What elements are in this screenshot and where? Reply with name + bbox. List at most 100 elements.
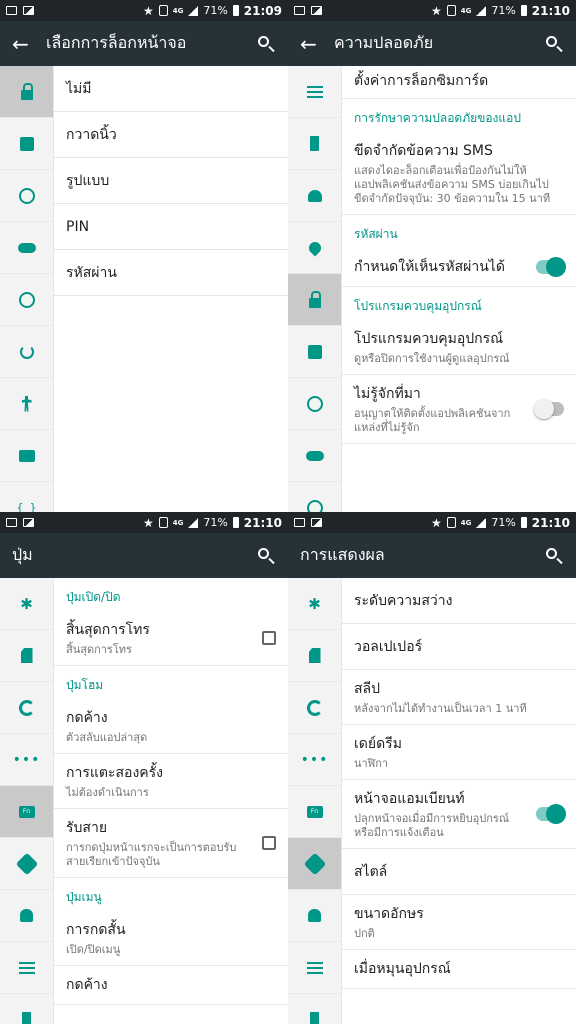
lock-option-none[interactable]: ไม่มี: [54, 66, 288, 112]
battery-percent: 71%: [203, 4, 228, 17]
home-long-press-item[interactable]: กดค้าง ตัวสลับแอปล่าสุด: [54, 699, 288, 754]
search-icon[interactable]: [256, 34, 276, 54]
rail-apps[interactable]: [288, 170, 341, 222]
rail-accounts[interactable]: [288, 326, 341, 378]
rail-date-time[interactable]: [0, 274, 53, 326]
rail-sim[interactable]: [0, 630, 53, 682]
double-tap-item[interactable]: การแตะสองครั้ง ไม่ต้องดำเนินการ: [54, 754, 288, 809]
end-call-item[interactable]: สิ้นสุดการโทร สิ้นสุดการโทร: [54, 611, 288, 666]
rail-buttons[interactable]: Fn: [288, 786, 341, 838]
section-home-button: ปุ่มโฮม: [66, 678, 104, 692]
sms-limit-item[interactable]: ขีดจำกัดข้อความ SMS แสดงไดอะล็อกเตือนเพื่…: [342, 132, 576, 215]
battery-icon: [520, 5, 527, 16]
rail-date-time[interactable]: [288, 482, 341, 512]
rail-storage[interactable]: [288, 942, 341, 994]
show-password-toggle[interactable]: [536, 257, 566, 277]
menu-long-press-item[interactable]: กดค้าง: [54, 966, 288, 1005]
sleep-item[interactable]: สลีป หลังจากไม่ได้ทำงานเป็นเวลา 1 นาที: [342, 670, 576, 725]
back-arrow-icon[interactable]: ←: [300, 32, 334, 56]
message-icon: [6, 6, 17, 15]
clock-icon: [18, 291, 35, 308]
device-admin-summary: ดูหรือปิดการใช้งานผู้ดูแลอุปกรณ์: [354, 352, 510, 365]
ambient-display-toggle[interactable]: [536, 804, 566, 824]
daydream-item[interactable]: เดย์ดรีมนาฬิกา: [342, 725, 576, 780]
font-size-item[interactable]: ขนาดอักษร ปกติ: [342, 895, 576, 950]
security-settings: ★ 4G 71% 21:10 ← ความปลอดภัย ตั้งค่าการล…: [288, 0, 576, 512]
end-call-checkbox[interactable]: [262, 631, 276, 645]
rail-buttons[interactable]: Fn: [0, 786, 53, 838]
unknown-sources-item[interactable]: ไม่รู้จักที่มา อนุญาตให้ติดตั้งแอปพลิเคชั…: [342, 375, 576, 444]
display-list: ระดับความสว่าง วอลเปเปอร์ สลีป หลังจากไม่…: [342, 578, 576, 1024]
search-icon[interactable]: [544, 34, 564, 54]
page-title: ปุ่ม: [12, 545, 33, 564]
rail-storage[interactable]: [0, 942, 53, 994]
lock-option-pattern[interactable]: รูปแบบ: [54, 158, 288, 204]
rail-developer[interactable]: { }: [0, 482, 53, 512]
rail-display[interactable]: [288, 838, 341, 890]
lock-option-swipe[interactable]: กวาดนิ้ว: [54, 112, 288, 158]
short-press-title: การกดสั้น: [66, 922, 126, 938]
short-press-item[interactable]: การกดสั้น เปิด/ปิดเมนู: [54, 911, 288, 966]
rail-backup[interactable]: [288, 430, 341, 482]
rail-language[interactable]: [288, 378, 341, 430]
double-tap-title: การแตะสองครั้ง: [66, 765, 164, 781]
rail-more[interactable]: •••: [0, 734, 53, 786]
signal-icon: [476, 517, 487, 528]
rail-data-usage[interactable]: [0, 682, 53, 734]
rail-battery[interactable]: [288, 994, 341, 1024]
rail-accessibility[interactable]: [0, 378, 53, 430]
rail-bluetooth[interactable]: ✱: [288, 578, 341, 630]
daydream-summary: นาฬิกา: [354, 757, 389, 770]
rail-schedule-power[interactable]: [0, 326, 53, 378]
rail-security[interactable]: [288, 274, 341, 326]
device-admin-item[interactable]: โปรแกรมควบคุมอุปกรณ์ ดูหรือปิดการใช้งานผู…: [342, 320, 576, 375]
data-usage-icon: [306, 699, 323, 716]
answer-call-checkbox[interactable]: [262, 836, 276, 850]
ambient-display-item[interactable]: หน้าจอแอมเบียนท์ ปลุกหน้าจอเมื่อมีการหยิบ…: [342, 780, 576, 849]
rail-sound[interactable]: [288, 890, 341, 942]
back-arrow-icon[interactable]: ←: [12, 32, 46, 56]
rail-printing[interactable]: [0, 430, 53, 482]
rail-data-usage[interactable]: [288, 682, 341, 734]
app-bar: ปุ่ม: [0, 533, 288, 578]
rail-accounts[interactable]: [0, 118, 53, 170]
wallpaper-item[interactable]: วอลเปเปอร์: [342, 624, 576, 670]
network-type: 4G: [460, 518, 472, 527]
settings-rail: ✱ ••• Fn: [288, 578, 342, 1024]
lock-icon: [20, 82, 33, 100]
unknown-sources-summary: อนุญาตให้ติดตั้งแอปพลิเคชันจากแหล่งที่ไม…: [354, 407, 511, 434]
rail-backup[interactable]: [0, 222, 53, 274]
rail-more[interactable]: •••: [288, 734, 341, 786]
daydream-title: เดย์ดรีม: [354, 736, 402, 752]
lock-option-password[interactable]: รหัสผ่าน: [54, 250, 288, 296]
section-app-security: การรักษาความปลอดภัยของแอป: [354, 111, 521, 125]
answer-call-item[interactable]: รับสาย การกดปุ่มหน้าแรกจะเป็นการตอบรับสาย…: [54, 809, 288, 878]
rail-battery[interactable]: [288, 118, 341, 170]
show-password-item[interactable]: กำหนดให้เห็นรหัสผ่านได้: [342, 248, 576, 287]
rail-sim[interactable]: [288, 630, 341, 682]
rail-storage[interactable]: [288, 66, 341, 118]
search-icon[interactable]: [256, 546, 276, 566]
lock-option-pin[interactable]: PIN: [54, 204, 288, 250]
sim-lock-item[interactable]: ตั้งค่าการล็อกซิมการ์ด: [342, 66, 576, 99]
search-icon[interactable]: [544, 546, 564, 566]
rail-display[interactable]: [0, 838, 53, 890]
lock-icon: [308, 290, 321, 308]
rail-location[interactable]: [288, 222, 341, 274]
rail-language[interactable]: [0, 170, 53, 222]
settings-rail: { }: [0, 66, 54, 512]
rail-bluetooth[interactable]: ✱: [0, 578, 53, 630]
rotate-title: เมื่อหมุนอุปกรณ์: [354, 961, 451, 977]
brightness-item[interactable]: ระดับความสว่าง: [342, 578, 576, 624]
sleep-title: สลีป: [354, 681, 381, 697]
rail-battery[interactable]: [0, 994, 53, 1024]
buttons-settings: ★ 4G 71% 21:10 ปุ่ม ✱ ••• Fn ปุ่มเปิด/ปิ…: [0, 512, 288, 1024]
style-item[interactable]: สไตล์: [342, 849, 576, 895]
storage-icon: [18, 961, 35, 974]
rail-security[interactable]: [0, 66, 53, 118]
rotate-item[interactable]: เมื่อหมุนอุปกรณ์: [342, 950, 576, 989]
battery-settings-icon: [310, 136, 319, 151]
section-passwords: รหัสผ่าน: [354, 227, 398, 241]
rail-sound[interactable]: [0, 890, 53, 942]
unknown-sources-toggle[interactable]: [534, 399, 564, 419]
